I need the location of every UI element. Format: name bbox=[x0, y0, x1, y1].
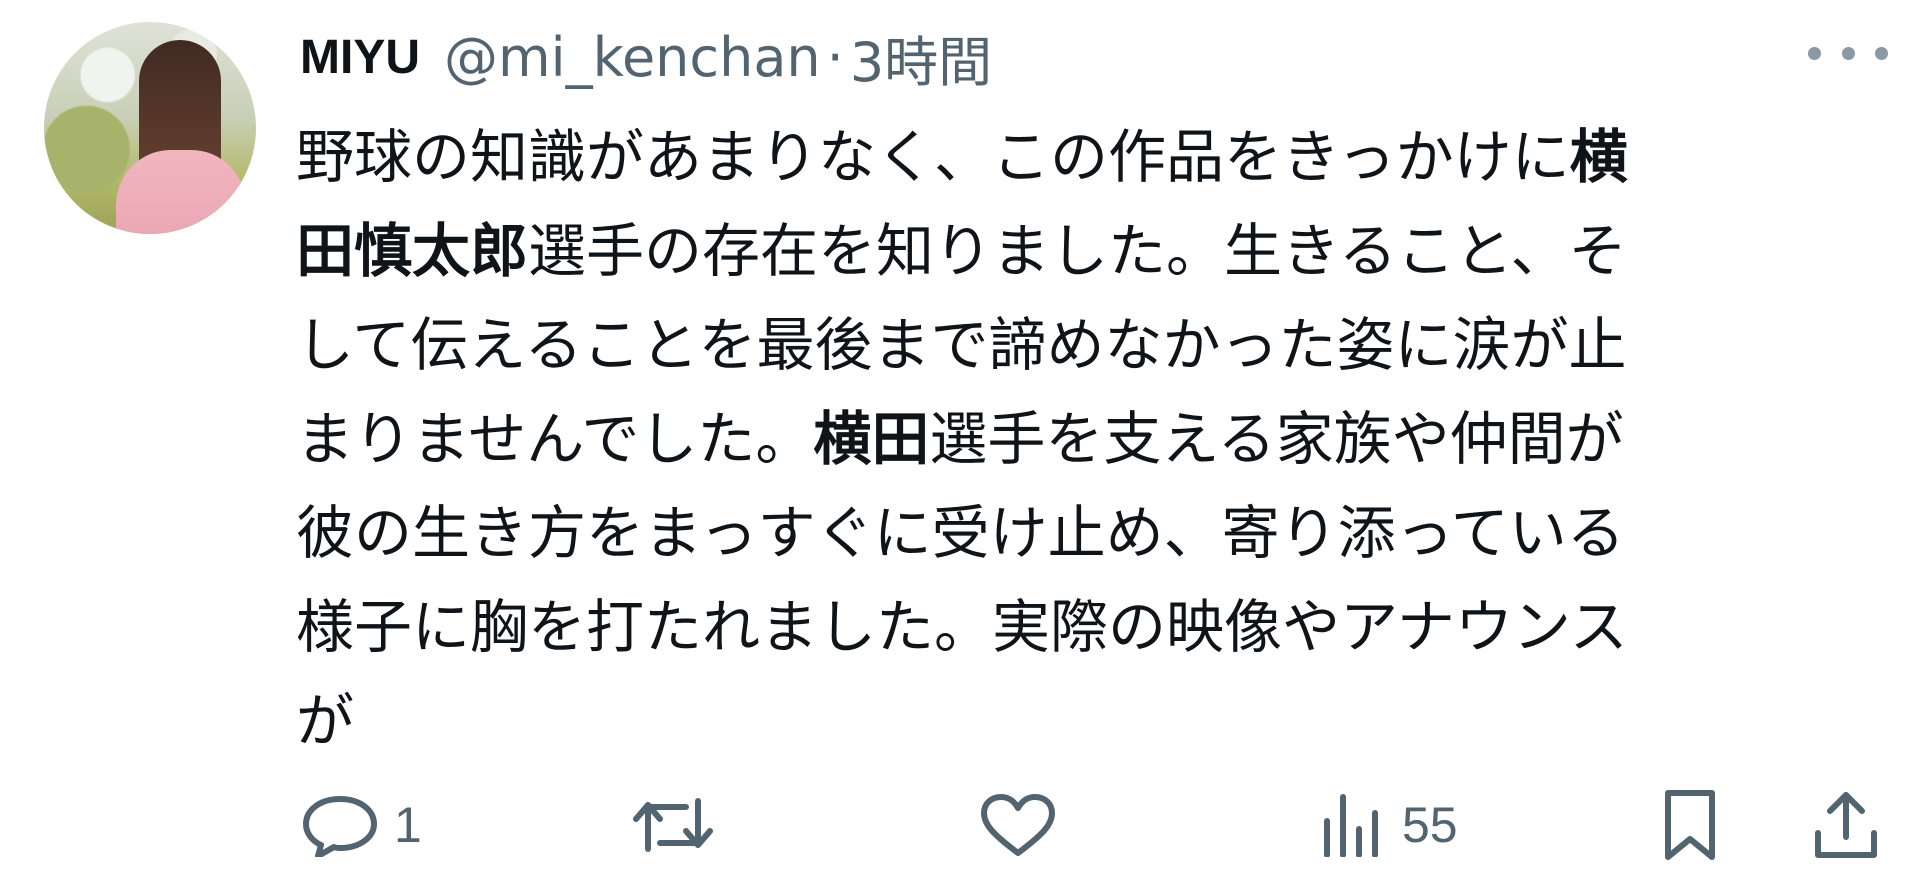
tweet-text-line: 彼の生き方をまっすぐに受け止め、寄り添っている bbox=[296, 486, 1876, 580]
tweet-actions: 1 55 bbox=[0, 790, 1920, 860]
bookmark-icon bbox=[1658, 789, 1722, 861]
like-icon bbox=[978, 793, 1058, 857]
tweet-text-segment: 選手を支える家族や仲間が bbox=[929, 405, 1624, 473]
avatar-body bbox=[116, 150, 246, 234]
tweet-text-segment: 彼の生き方をまっすぐに受け止め、寄り添っている bbox=[296, 499, 1625, 567]
like-button[interactable] bbox=[978, 790, 1072, 860]
bookmark-button[interactable] bbox=[1658, 790, 1722, 860]
tweet-text-line: まりませんでした。横田選手を支える家族や仲間が bbox=[296, 392, 1876, 486]
header-separator: · bbox=[826, 25, 844, 89]
tweet-text-bold: 田慎太郎 bbox=[296, 217, 529, 285]
avatar[interactable] bbox=[44, 22, 256, 234]
tweet-text-segment: が bbox=[296, 687, 355, 755]
reply-count: 1 bbox=[394, 797, 422, 853]
tweet-text-segment: して伝えることを最後まで諦めなかった姿に涙が止 bbox=[296, 311, 1627, 379]
tweet-text: 野球の知識があまりなく、この作品をきっかけに横 田慎太郎選手の存在を知りました。生… bbox=[296, 110, 1876, 768]
timestamp[interactable]: 3時間 bbox=[850, 18, 992, 97]
tweet-text-segment: 選手の存在を知りました。生きること、そ bbox=[528, 217, 1627, 285]
tweet-text-segment: 様子に胸を打たれました。実際の映像やアナウンス bbox=[296, 593, 1628, 661]
tweet-text-line: が bbox=[296, 674, 1876, 768]
tweet-header: MIYU @mi_kenchan · 3時間 bbox=[300, 18, 992, 96]
tweet-text-line: 田慎太郎選手の存在を知りました。生きること、そ bbox=[296, 204, 1876, 298]
views-button[interactable]: 55 bbox=[1318, 790, 1458, 860]
tweet-text-segment: まりませんでした。 bbox=[296, 405, 814, 473]
retweet-button[interactable] bbox=[630, 790, 730, 860]
more-icon[interactable] bbox=[1808, 38, 1888, 68]
share-icon bbox=[1810, 789, 1882, 861]
views-icon bbox=[1318, 793, 1388, 857]
tweet-text-line: して伝えることを最後まで諦めなかった姿に涙が止 bbox=[296, 298, 1876, 392]
share-button[interactable] bbox=[1810, 790, 1882, 860]
user-handle[interactable]: @mi_kenchan bbox=[444, 26, 821, 89]
tweet-text-bold: 横 bbox=[1569, 123, 1628, 191]
views-count: 55 bbox=[1402, 797, 1458, 853]
display-name[interactable]: MIYU bbox=[300, 30, 420, 85]
retweet-icon bbox=[630, 793, 716, 857]
reply-button[interactable]: 1 bbox=[300, 790, 422, 860]
tweet-text-line: 様子に胸を打たれました。実際の映像やアナウンス bbox=[296, 580, 1876, 674]
tweet-text-bold: 横田 bbox=[813, 405, 930, 473]
reply-icon bbox=[300, 793, 380, 857]
tweet-text-segment: 野球の知識があまりなく、この作品をきっかけに bbox=[296, 123, 1570, 191]
tweet-text-line: 野球の知識があまりなく、この作品をきっかけに横 bbox=[296, 110, 1876, 204]
